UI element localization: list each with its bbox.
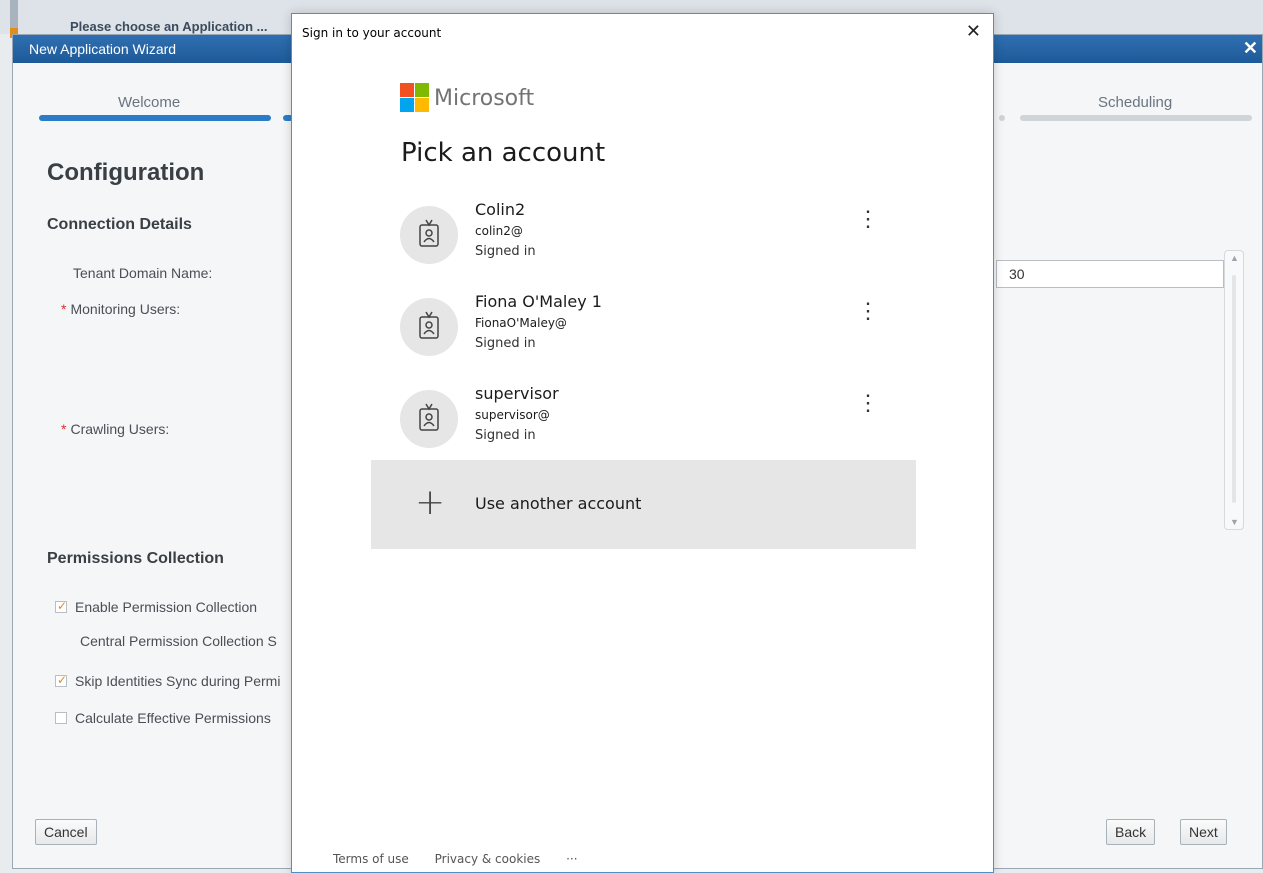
contact-badge-icon <box>400 298 458 356</box>
account-email: supervisor@ <box>475 408 550 422</box>
monitoring-users-label: * Monitoring Users: <box>61 301 181 317</box>
step-scheduling[interactable]: Scheduling <box>1098 94 1172 111</box>
account-status: Signed in <box>475 428 536 443</box>
account-name: Fiona O'Maley 1 <box>475 292 602 311</box>
account-name: supervisor <box>475 384 559 403</box>
account-status: Signed in <box>475 244 536 259</box>
more-options-icon[interactable]: ⋮ <box>857 300 879 322</box>
calc-effective-checkbox[interactable]: Calculate Effective Permissions <box>55 710 271 726</box>
close-icon[interactable]: ✕ <box>966 21 981 42</box>
account-name: Colin2 <box>475 200 526 219</box>
scrollbar[interactable]: ▲ ▼ <box>1224 250 1244 530</box>
account-item[interactable]: Colin2 colin2@ Signed in ⋮ <box>371 195 916 285</box>
dialog-title: Sign in to your account <box>302 26 442 40</box>
more-options-icon[interactable]: ⋮ <box>857 208 879 230</box>
account-item[interactable]: supervisor supervisor@ Signed in ⋮ <box>371 379 916 469</box>
cancel-button[interactable]: Cancel <box>35 819 97 845</box>
more-links-icon[interactable]: ··· <box>566 852 577 866</box>
wizard-title: New Application Wizard <box>29 41 177 57</box>
dialog-footer: Terms of use Privacy & cookies ··· <box>333 852 600 866</box>
checkbox-icon[interactable] <box>55 599 67 613</box>
background-header-text: Please choose an Application ... <box>70 19 268 34</box>
account-status: Signed in <box>475 336 536 351</box>
scroll-up-icon[interactable]: ▲ <box>1230 253 1239 263</box>
background-ledge <box>10 0 18 28</box>
permissions-collection-heading: Permissions Collection <box>47 550 224 567</box>
contact-badge-icon <box>400 206 458 264</box>
next-button[interactable]: Next <box>1180 819 1227 845</box>
microsoft-logo <box>400 83 430 113</box>
privacy-link[interactable]: Privacy & cookies <box>435 852 541 866</box>
brand-name: Microsoft <box>434 86 535 111</box>
number-input[interactable]: 30 <box>996 260 1224 288</box>
more-options-icon[interactable]: ⋮ <box>857 392 879 414</box>
account-email: colin2@ <box>475 224 523 238</box>
contact-badge-icon <box>400 390 458 448</box>
step-prev-bar <box>999 115 1005 121</box>
configuration-title: Configuration <box>47 159 205 186</box>
checkbox-icon[interactable] <box>55 673 67 687</box>
terms-link[interactable]: Terms of use <box>333 852 409 866</box>
account-item[interactable]: Fiona O'Maley 1 FionaO'Maley@ Signed in … <box>371 287 916 377</box>
back-button[interactable]: Back <box>1106 819 1156 845</box>
connection-details-heading: Connection Details <box>47 216 192 233</box>
enable-permission-checkbox[interactable]: Enable Permission Collection <box>55 599 257 615</box>
account-email: FionaO'Maley@ <box>475 316 567 330</box>
required-mark: * <box>61 301 67 317</box>
pick-account-heading: Pick an account <box>401 138 606 168</box>
central-permission-label: Central Permission Collection S <box>80 633 277 649</box>
required-mark: * <box>61 421 67 437</box>
scroll-down-icon[interactable]: ▼ <box>1230 517 1239 527</box>
use-another-account-label: Use another account <box>475 494 642 513</box>
skip-identities-checkbox[interactable]: Skip Identities Sync during Permi <box>55 673 280 689</box>
use-another-account-button[interactable]: + Use another account <box>371 460 916 549</box>
crawling-users-label: * Crawling Users: <box>61 421 170 437</box>
sign-in-dialog: Sign in to your account ✕ Microsoft Pick… <box>291 13 994 873</box>
tenant-domain-label: Tenant Domain Name: <box>73 265 213 281</box>
scroll-thumb[interactable] <box>1232 275 1236 503</box>
step-scheduling-bar <box>1020 115 1252 121</box>
step-welcome[interactable]: Welcome <box>118 94 180 111</box>
plus-icon: + <box>415 482 446 523</box>
checkbox-icon[interactable] <box>55 712 67 724</box>
step-welcome-bar <box>39 115 271 121</box>
close-icon[interactable]: ✕ <box>1243 38 1258 59</box>
